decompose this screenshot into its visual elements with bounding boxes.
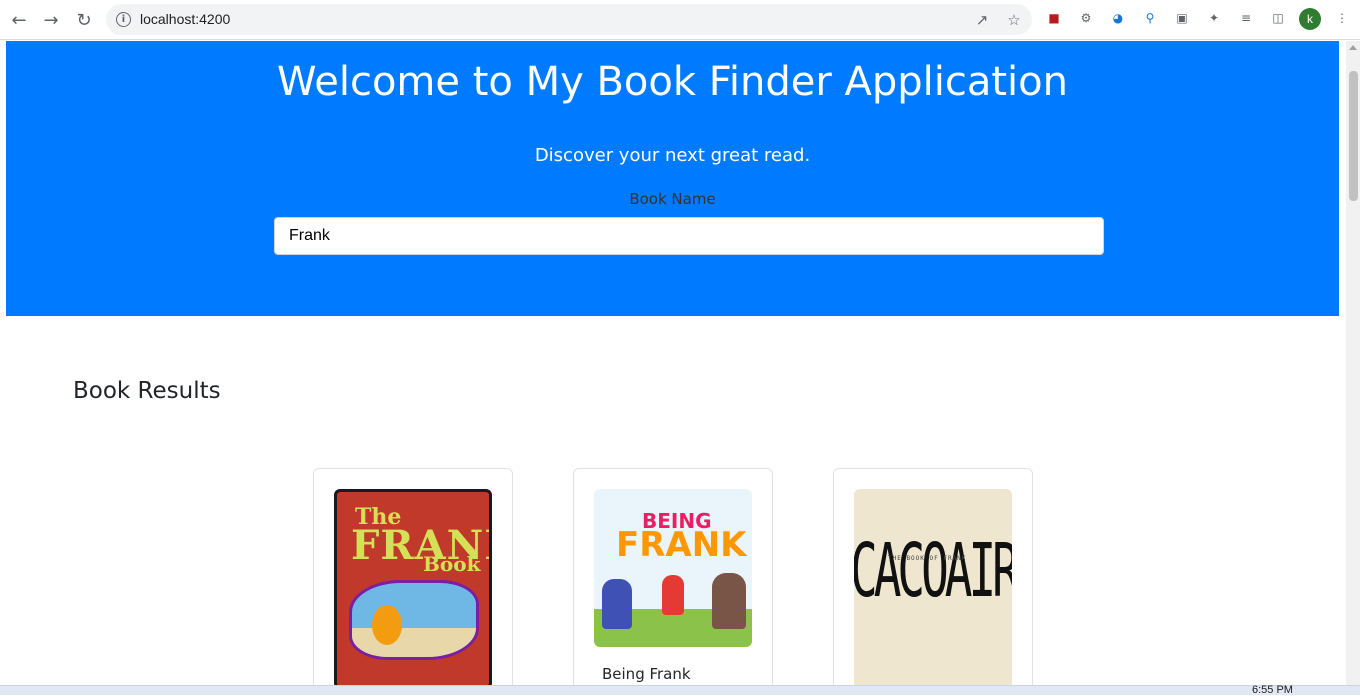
cover-text: Book bbox=[423, 552, 481, 576]
bookmark-star-icon[interactable]: ☆ bbox=[1004, 10, 1024, 30]
scroll-up-arrow-icon[interactable] bbox=[1349, 45, 1357, 50]
address-bar[interactable]: i localhost:4200 ↗ ☆ bbox=[106, 4, 1032, 35]
cover-text: THE BOOK OF FRANK bbox=[888, 555, 967, 562]
puzzle-extensions-icon[interactable]: ✦ bbox=[1205, 9, 1223, 27]
back-icon[interactable]: ← bbox=[7, 8, 31, 32]
page-viewport: Welcome to My Book Finder Application Di… bbox=[0, 41, 1346, 685]
book-card[interactable]: CACOAIRAD THE BOOK OF FRANK bbox=[833, 468, 1033, 685]
page-subtitle: Discover your next great read. bbox=[534, 145, 811, 166]
profile-avatar[interactable]: k bbox=[1299, 8, 1321, 30]
results-heading: Book Results bbox=[73, 378, 221, 404]
os-taskbar: 6:55 PM bbox=[0, 684, 1360, 696]
reload-icon[interactable]: ↻ bbox=[72, 8, 96, 32]
taskbar-clock: 6:55 PM bbox=[1252, 684, 1293, 696]
book-card[interactable]: The FRANK Book bbox=[313, 468, 513, 685]
share-icon[interactable]: ↗ bbox=[972, 10, 992, 30]
cover-text: FRANK bbox=[616, 525, 747, 565]
ublock-extension-icon[interactable]: ■ bbox=[1045, 9, 1063, 27]
url-text[interactable]: localhost:4200 bbox=[140, 11, 230, 27]
cover-illustration: CACOAIRAD bbox=[854, 527, 1012, 614]
page-title: Welcome to My Book Finder Application bbox=[277, 59, 1068, 105]
side-panel-icon[interactable]: ◫ bbox=[1269, 9, 1287, 27]
book-name-input[interactable] bbox=[274, 217, 1104, 255]
compass-extension-icon[interactable]: ◕ bbox=[1109, 9, 1127, 27]
book-cover-image[interactable]: The FRANK Book bbox=[334, 489, 492, 685]
vertical-scrollbar[interactable] bbox=[1346, 41, 1360, 685]
cover-illustration bbox=[349, 580, 479, 660]
browser-toolbar: ← → ↻ i localhost:4200 ↗ ☆ ■ ⚙ ◕ ⚲ ▣ ✦ ≡… bbox=[0, 0, 1360, 40]
search-extension-icon[interactable]: ⚲ bbox=[1141, 9, 1159, 27]
scrollbar-thumb[interactable] bbox=[1349, 71, 1358, 201]
book-cover-image[interactable]: CACOAIRAD THE BOOK OF FRANK bbox=[854, 489, 1012, 685]
hero-banner: Welcome to My Book Finder Application Di… bbox=[6, 41, 1339, 316]
forward-icon[interactable]: → bbox=[39, 8, 63, 32]
book-card[interactable]: BEING FRANK Being Frank bbox=[573, 468, 773, 685]
info-icon[interactable]: i bbox=[116, 12, 131, 27]
book-name-label: Book Name bbox=[629, 190, 716, 208]
reading-list-icon[interactable]: ≡ bbox=[1237, 9, 1255, 27]
translate-extension-icon[interactable]: ▣ bbox=[1173, 9, 1191, 27]
settings-extension-icon[interactable]: ⚙ bbox=[1077, 9, 1095, 27]
more-menu-icon[interactable]: ⋮ bbox=[1333, 9, 1351, 27]
book-title[interactable]: Being Frank bbox=[602, 665, 691, 683]
book-cover-image[interactable]: BEING FRANK bbox=[594, 489, 752, 647]
